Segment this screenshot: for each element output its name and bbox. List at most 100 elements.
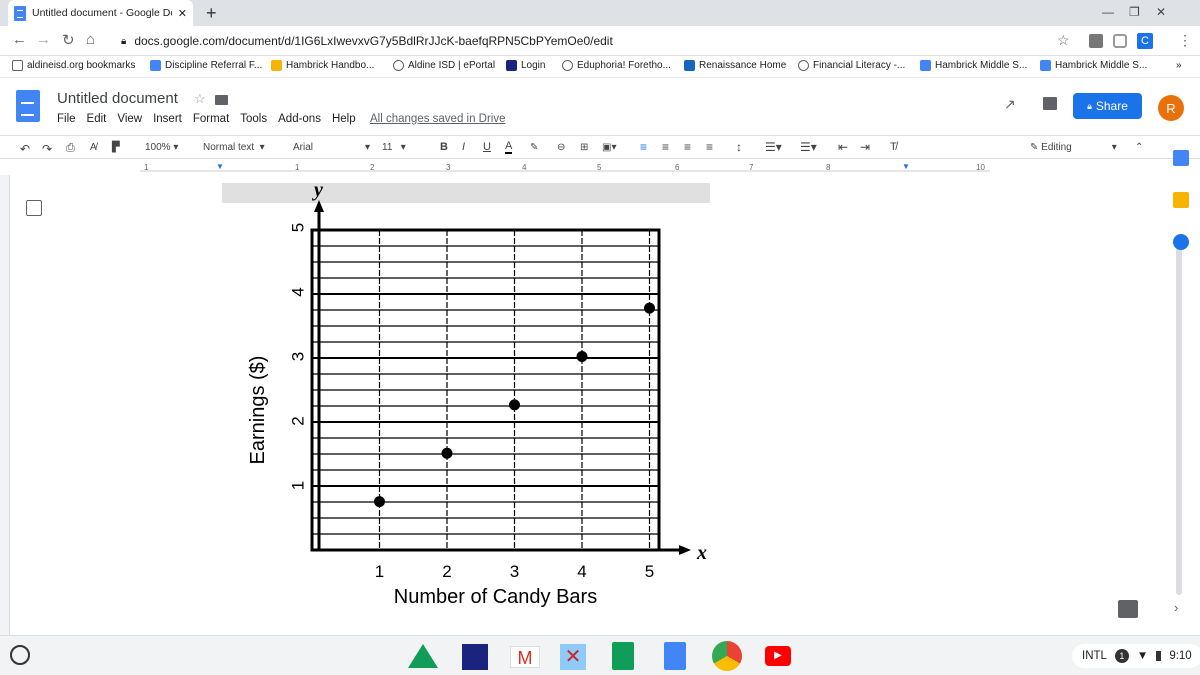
indent-marker-icon[interactable]: ▼ — [216, 162, 224, 171]
text-color-icon[interactable]: A — [505, 140, 513, 154]
highlight-icon[interactable]: ✎ — [530, 142, 538, 153]
doc-title[interactable]: Untitled document — [57, 90, 178, 107]
docs-app-icon[interactable] — [664, 642, 686, 670]
tasks-icon[interactable] — [1173, 234, 1189, 250]
keep-icon[interactable] — [1173, 192, 1189, 208]
chrome-menu-icon[interactable]: ⋮ — [1178, 32, 1192, 49]
activity-icon[interactable]: ↗ — [1004, 96, 1016, 113]
graph-image[interactable]: x y 1 2 3 4 5 1 2 3 4 5 Number of Candy Bars Earnings… — [222, 179, 710, 615]
app-icon[interactable] — [462, 644, 488, 670]
image-icon[interactable]: ▣▾ — [602, 142, 616, 153]
menu-addons[interactable]: Add-ons — [278, 113, 321, 125]
italic-icon[interactable]: I — [462, 141, 465, 153]
bookmark-7[interactable]: Financial Literacy -... — [798, 60, 905, 71]
style-select[interactable]: Normal text ▾ — [203, 142, 265, 153]
paint-format-icon[interactable]: ▛ — [112, 142, 120, 153]
x-tick-label: 2 — [442, 562, 451, 581]
expand-panel-icon[interactable]: › — [1174, 600, 1178, 615]
menu-help[interactable]: Help — [332, 113, 356, 125]
drive-app-icon[interactable] — [408, 644, 438, 668]
extension-c-icon[interactable]: C — [1137, 33, 1153, 49]
extension-icon[interactable] — [1089, 34, 1103, 48]
spellcheck-icon[interactable]: A̸ — [90, 142, 97, 153]
bookmark-3[interactable]: Aldine ISD | ePortal — [393, 60, 495, 71]
restore-icon[interactable]: ❐ — [1129, 5, 1140, 19]
explore-icon[interactable] — [1118, 600, 1138, 618]
back-icon[interactable]: ← — [12, 31, 27, 48]
system-tray[interactable]: INTL 1 ▼ 9:10 — [1072, 644, 1200, 668]
avatar[interactable]: R — [1158, 95, 1184, 121]
menu-file[interactable]: File — [57, 113, 76, 125]
browser-tab[interactable]: Untitled document - Google Doc ✕ — [8, 0, 193, 26]
tac-icon — [506, 60, 517, 71]
more-bookmarks-icon[interactable]: » — [1176, 60, 1182, 71]
save-status[interactable]: All changes saved in Drive — [370, 113, 506, 125]
bookmark-9[interactable]: Hambrick Middle S... — [1040, 60, 1147, 71]
folder-move-icon[interactable] — [215, 95, 228, 105]
horizontal-ruler[interactable]: 1 1 2 3 4 5 6 7 8 10 ▼ ▼ — [140, 161, 990, 175]
bold-icon[interactable]: B — [440, 141, 448, 153]
bookmark-4[interactable]: Login — [506, 60, 545, 71]
link-icon[interactable]: ⊖ — [557, 142, 565, 153]
increase-indent-icon[interactable]: ⇥ — [860, 140, 870, 154]
chrome-icon[interactable] — [712, 641, 742, 671]
collapse-menu-icon[interactable]: ⌃ — [1135, 142, 1143, 153]
youtube-icon[interactable]: ▶ — [765, 646, 791, 666]
vertical-ruler[interactable] — [0, 175, 10, 635]
font-size-select[interactable]: 11 ▾ — [382, 142, 406, 153]
menu-format[interactable]: Format — [193, 113, 229, 125]
minimize-icon[interactable]: — — [1102, 5, 1114, 19]
comment-add-icon[interactable]: ⊞ — [580, 142, 588, 153]
menu-insert[interactable]: Insert — [153, 113, 182, 125]
close-tab-icon[interactable]: ✕ — [178, 7, 187, 20]
extension-2-icon[interactable] — [1113, 34, 1127, 48]
align-left-icon[interactable]: ≡ — [640, 140, 647, 154]
justify-icon[interactable]: ≡ — [706, 140, 713, 154]
sheets-icon[interactable] — [612, 642, 634, 670]
wifi-icon: ▼ — [1136, 650, 1149, 662]
home-icon[interactable]: ⌂ — [86, 31, 95, 48]
window-close-icon[interactable]: ✕ — [1156, 5, 1166, 19]
share-button[interactable]: 🔒︎ Share — [1073, 93, 1142, 119]
zoom-select[interactable]: 100% ▾ — [145, 142, 178, 153]
bookmark-2[interactable]: Hambrick Handbo... — [271, 60, 374, 71]
outline-icon[interactable] — [26, 200, 42, 216]
app-x-icon[interactable]: ✕ — [560, 644, 586, 670]
bookmark-0[interactable]: aldineisd.org bookmarks — [12, 60, 135, 71]
gmail-icon[interactable]: M — [510, 646, 540, 668]
editing-mode-select[interactable]: ✎ Editing ▾ — [1030, 142, 1117, 153]
align-center-icon[interactable]: ≡ — [662, 140, 669, 154]
menu-edit[interactable]: Edit — [87, 113, 107, 125]
numbered-list-icon[interactable]: ☰▾ — [765, 140, 782, 154]
menu-tools[interactable]: Tools — [240, 113, 267, 125]
reload-icon[interactable]: ↻ — [62, 31, 75, 49]
line-spacing-icon[interactable]: ↕ — [736, 140, 742, 154]
globe-icon — [798, 60, 809, 71]
decrease-indent-icon[interactable]: ⇤ — [838, 140, 848, 154]
underline-icon[interactable]: U — [483, 141, 491, 153]
url-field[interactable]: 🔒︎ docs.google.com/document/d/1IG6LxIwev… — [111, 30, 1081, 52]
bookmark-1[interactable]: Discipline Referral F... — [150, 60, 262, 71]
right-indent-marker-icon[interactable]: ▼ — [902, 162, 910, 171]
align-right-icon[interactable]: ≡ — [684, 140, 691, 154]
star-icon[interactable]: ☆ — [1057, 32, 1070, 49]
comments-icon[interactable] — [1043, 97, 1057, 110]
bookmark-5[interactable]: Eduphoria! Foretho... — [562, 60, 671, 71]
calendar-icon[interactable] — [1173, 150, 1189, 166]
menu-view[interactable]: View — [117, 113, 142, 125]
font-select[interactable]: Arial ▾ — [293, 142, 370, 153]
redo-icon[interactable]: ↷ — [42, 142, 52, 156]
star-doc-icon[interactable]: ☆ — [194, 91, 206, 107]
forward-icon[interactable]: → — [36, 31, 51, 48]
clear-formatting-icon[interactable]: T̸ — [890, 141, 897, 153]
launcher-icon[interactable] — [10, 645, 30, 665]
bulleted-list-icon[interactable]: ☰▾ — [800, 140, 817, 154]
y-tick-label: 1 — [288, 481, 307, 490]
new-tab-icon[interactable]: + — [206, 3, 217, 24]
bookmark-8[interactable]: Hambrick Middle S... — [920, 60, 1027, 71]
print-icon[interactable]: ⎙ — [66, 142, 75, 155]
undo-icon[interactable]: ↶ — [20, 142, 30, 156]
docs-logo-icon[interactable] — [16, 90, 40, 122]
renaissance-icon — [684, 60, 695, 71]
bookmark-6[interactable]: Renaissance Home — [684, 60, 786, 71]
